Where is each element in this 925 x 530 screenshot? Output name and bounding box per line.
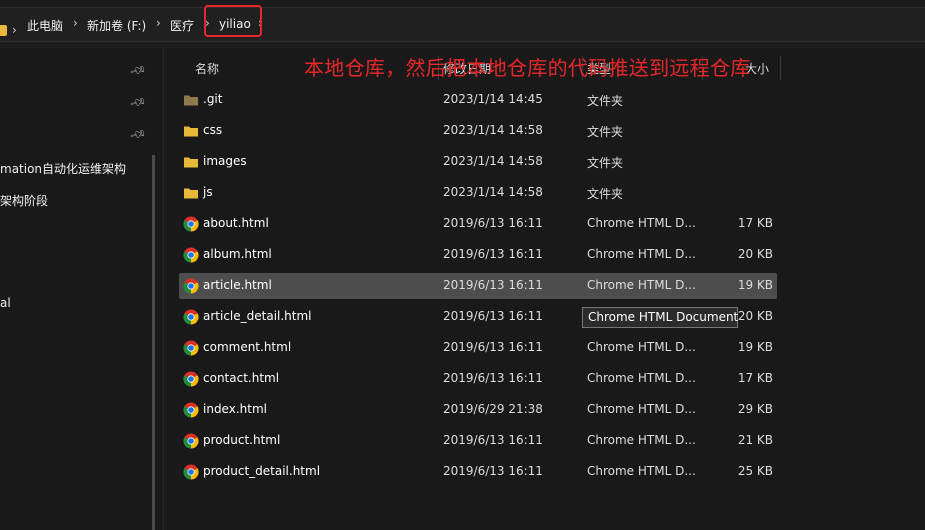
- breadcrumb-drive-f[interactable]: 新加卷 (F:): [87, 17, 146, 34]
- file-name: album.html: [203, 247, 272, 261]
- sidebar-item-al[interactable]: al: [0, 296, 11, 310]
- file-row[interactable]: comment.html 2019/6/13 16:11 Chrome HTML D…: [179, 335, 777, 361]
- file-row[interactable]: images 2023/1/14 14:58 文件夹: [179, 149, 777, 175]
- file-name: product_detail.html: [203, 464, 321, 478]
- chrome-icon: [183, 433, 199, 449]
- file-size: 19 KB: [737, 278, 773, 292]
- tooltip: Chrome HTML Document: [582, 307, 738, 328]
- file-size: 20 KB: [737, 247, 773, 261]
- breadcrumb-this-pc[interactable]: 此电脑: [27, 17, 63, 34]
- file-date-modified: 2019/6/13 16:11: [443, 278, 543, 292]
- file-type: Chrome HTML D...: [587, 371, 696, 385]
- column-divider[interactable]: [780, 56, 781, 80]
- file-row[interactable]: product.html 2019/6/13 16:11 Chrome HTML D…: [179, 428, 777, 454]
- file-name: contact.html: [203, 371, 280, 385]
- nav-scrollbar[interactable]: [152, 155, 155, 530]
- file-type: Chrome HTML D...: [587, 278, 696, 292]
- pane-divider[interactable]: [163, 48, 164, 530]
- file-row[interactable]: product_detail.html 2019/6/13 16:11 Chrome…: [179, 459, 777, 485]
- file-type: Chrome HTML D...: [587, 247, 696, 261]
- file-name: images: [203, 154, 247, 168]
- chrome-icon: [183, 278, 199, 294]
- file-name: css: [203, 123, 223, 137]
- breadcrumb[interactable]: › 此电脑 › 新加卷 (F:) › 医疗 › yiliao ›: [0, 7, 925, 42]
- chrome-icon: [183, 402, 199, 418]
- annotation-text: 本地仓库，然后把本地仓库的代码推送到远程仓库: [304, 56, 751, 80]
- file-name: comment.html: [203, 340, 292, 354]
- file-date-modified: 2023/1/14 14:58: [443, 185, 543, 199]
- file-date-modified: 2019/6/13 16:11: [443, 216, 543, 230]
- file-size: 19 KB: [737, 340, 773, 354]
- file-type: 文件夹: [587, 187, 624, 201]
- file-type: Chrome HTML D...: [587, 433, 696, 447]
- folder-icon: [183, 154, 199, 170]
- file-name: about.html: [203, 216, 269, 230]
- file-date-modified: 2019/6/29 21:38: [443, 402, 543, 416]
- file-date-modified: 2019/6/13 16:11: [443, 309, 543, 323]
- chevron-right-icon[interactable]: ›: [73, 16, 78, 30]
- file-row[interactable]: js 2023/1/14 14:58 文件夹: [179, 180, 777, 206]
- file-type: Chrome HTML D...: [587, 216, 696, 230]
- folder-icon: [183, 123, 199, 139]
- column-header-name[interactable]: 名称: [195, 60, 219, 77]
- chevron-right-icon[interactable]: ›: [12, 23, 17, 37]
- file-size: 21 KB: [737, 433, 773, 447]
- chrome-icon: [183, 216, 199, 232]
- file-size: 20 KB: [737, 309, 773, 323]
- file-name: .git: [203, 92, 223, 106]
- chrome-icon: [183, 340, 199, 356]
- address-bar: › 此电脑 › 新加卷 (F:) › 医疗 › yiliao ›: [0, 0, 925, 48]
- file-type: 文件夹: [587, 156, 624, 170]
- chrome-icon: [183, 309, 199, 325]
- breadcrumb-yiliao-parent[interactable]: 医疗: [170, 17, 194, 34]
- chrome-icon: [183, 371, 199, 387]
- navigation-pane: [0, 48, 163, 530]
- chevron-right-icon[interactable]: ›: [156, 16, 161, 30]
- file-date-modified: 2023/1/14 14:45: [443, 92, 543, 106]
- file-name: article_detail.html: [203, 309, 312, 323]
- file-type: Chrome HTML D...: [587, 340, 696, 354]
- file-size: 29 KB: [737, 402, 773, 416]
- file-date-modified: 2019/6/13 16:11: [443, 371, 543, 385]
- file-size: 25 KB: [737, 464, 773, 478]
- folder-icon: [183, 185, 199, 201]
- file-row[interactable]: album.html 2019/6/13 16:11 Chrome HTML D..…: [179, 242, 777, 268]
- file-size: 17 KB: [737, 371, 773, 385]
- sidebar-item-architecture[interactable]: 架构阶段: [0, 192, 48, 209]
- file-row[interactable]: contact.html 2019/6/13 16:11 Chrome HTML D…: [179, 366, 777, 392]
- file-type: Chrome HTML D...: [587, 464, 696, 478]
- file-type: Chrome HTML D...: [587, 402, 696, 416]
- file-date-modified: 2023/1/14 14:58: [443, 154, 543, 168]
- folder-icon: [183, 92, 199, 108]
- file-row[interactable]: index.html 2019/6/29 21:38 Chrome HTML D..…: [179, 397, 777, 423]
- file-row[interactable]: .git 2023/1/14 14:45 文件夹: [179, 87, 777, 113]
- file-date-modified: 2019/6/13 16:11: [443, 464, 543, 478]
- file-type: 文件夹: [587, 125, 624, 139]
- sidebar-item-automation[interactable]: mation自动化运维架构: [0, 160, 126, 177]
- folder-icon: [0, 25, 7, 36]
- file-row[interactable]: about.html 2019/6/13 16:11 Chrome HTML D..…: [179, 211, 777, 237]
- file-date-modified: 2023/1/14 14:58: [443, 123, 543, 137]
- file-name: product.html: [203, 433, 281, 447]
- file-row[interactable]: css 2023/1/14 14:58 文件夹: [179, 118, 777, 144]
- file-size: 17 KB: [737, 216, 773, 230]
- file-row[interactable]: article.html 2019/6/13 16:11 Chrome HTML D…: [179, 273, 777, 299]
- chrome-icon: [183, 247, 199, 263]
- chrome-icon: [183, 464, 199, 480]
- file-date-modified: 2019/6/13 16:11: [443, 247, 543, 261]
- file-name: index.html: [203, 402, 267, 416]
- file-name: js: [203, 185, 213, 199]
- file-type: 文件夹: [587, 94, 624, 108]
- file-name: article.html: [203, 278, 272, 292]
- file-date-modified: 2019/6/13 16:11: [443, 340, 543, 354]
- file-date-modified: 2019/6/13 16:11: [443, 433, 543, 447]
- highlight-box: [204, 5, 262, 37]
